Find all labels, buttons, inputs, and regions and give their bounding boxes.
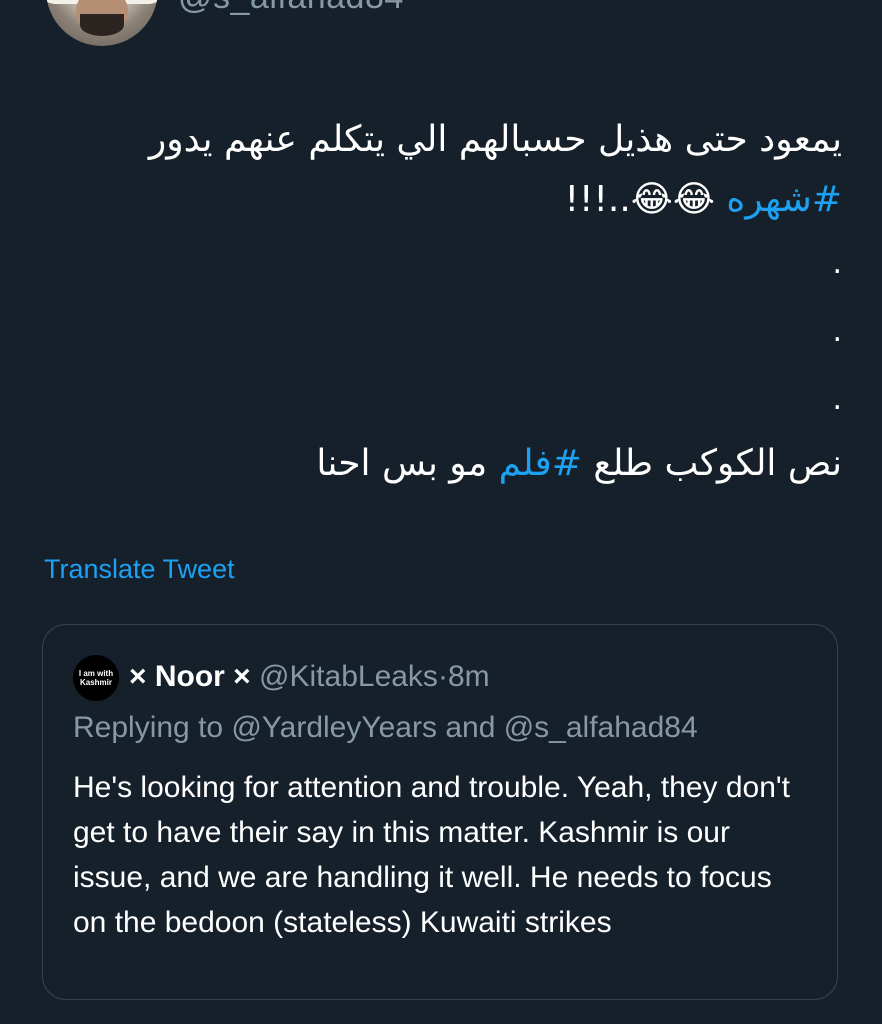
avatar-beard (80, 14, 124, 36)
hashtag-link-fame[interactable]: #شهره (726, 179, 842, 220)
quoted-separator: · (437, 660, 448, 693)
quoted-tweet-body: He's looking for attention and trouble. … (73, 771, 790, 939)
tweet-dot-3: . (832, 382, 842, 417)
translate-tweet-link[interactable]: Translate Tweet (44, 554, 235, 585)
quoted-timestamp[interactable]: 8m (448, 660, 490, 693)
tweet-line-last: نص الكوكب طلع #فلم مو بس احنا (42, 434, 842, 494)
tweet-line-2: #شهره 😂😂..!!! (42, 170, 842, 230)
tweet-line-1: يمعود حتى هذيل حسبالهم الي يتكلم عنهم يد… (148, 119, 842, 160)
tweet-author-header: @s_alfahad84 (0, 0, 882, 50)
quoted-tweet-card[interactable]: I am with Kashmir × Noor × @KitabLeaks·8… (42, 624, 838, 1000)
quoted-handle[interactable]: @KitabLeaks (259, 660, 438, 693)
tweet-dot-2: . (832, 314, 842, 349)
quoted-author-avatar[interactable]: I am with Kashmir (73, 655, 119, 701)
quoted-tweet-header: × Noor × @KitabLeaks·8m (129, 655, 490, 699)
tweet-line-2-text: 😂😂..!!! (564, 179, 727, 220)
author-handle[interactable]: @s_alfahad84 (178, 0, 404, 17)
tweet-line-last-part2: مو بس احنا (316, 443, 499, 484)
quoted-display-name[interactable]: × Noor × (129, 660, 251, 693)
tweet-line-last-part1: نص الكوكب طلع (581, 443, 842, 484)
hashtag-link-film[interactable]: #فلم (499, 443, 582, 484)
tweet-dot-1: . (832, 246, 842, 281)
author-avatar[interactable] (46, 0, 158, 46)
quoted-replying-to: Replying to @YardleyYears and @s_alfahad… (73, 711, 698, 744)
tweet-text: يمعود حتى هذيل حسبالهم الي يتكلم عنهم يد… (42, 110, 842, 494)
